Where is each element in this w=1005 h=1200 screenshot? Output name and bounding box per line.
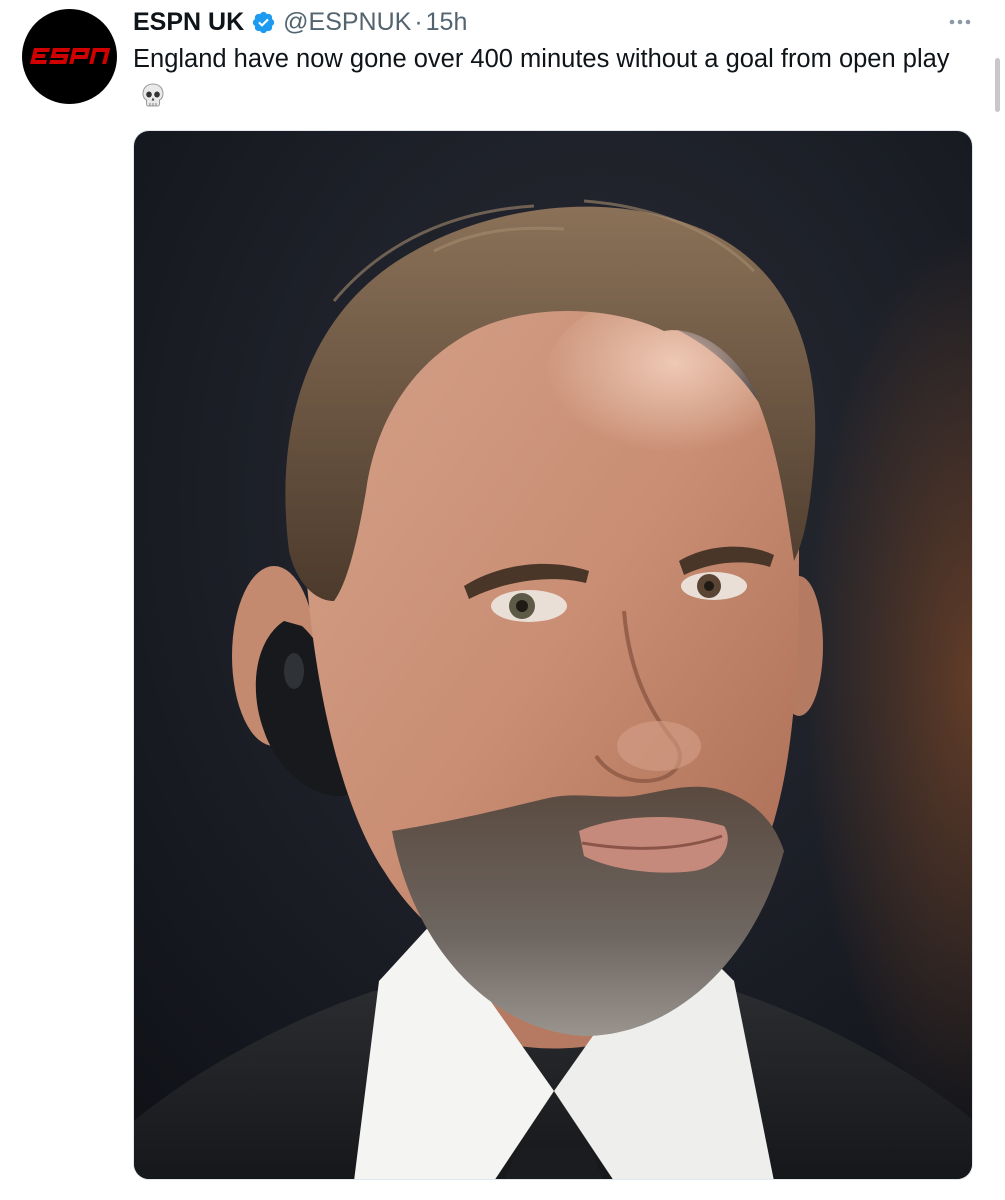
avatar[interactable] bbox=[22, 9, 117, 104]
verified-badge-icon bbox=[251, 10, 276, 35]
timestamp[interactable]: 15h bbox=[426, 8, 468, 37]
more-options-icon bbox=[949, 19, 971, 25]
tweet-header: ESPN UK @ESPNUK · 15h bbox=[133, 4, 467, 40]
tweet: ESPN UK @ESPNUK · 15h England have now g… bbox=[0, 0, 1005, 1200]
espn-logo-icon bbox=[30, 48, 111, 64]
handle[interactable]: @ESPNUK bbox=[283, 8, 411, 37]
man-portrait-photo bbox=[134, 131, 972, 1179]
more-options-button[interactable] bbox=[944, 8, 976, 36]
tweet-text-body: England have now gone over 400 minutes w… bbox=[133, 45, 950, 73]
tweet-text: England have now gone over 400 minutes w… bbox=[133, 41, 963, 120]
separator-dot: · bbox=[414, 7, 423, 36]
scrollbar[interactable] bbox=[995, 58, 1000, 112]
tweet-photo[interactable] bbox=[133, 130, 973, 1180]
skull-icon bbox=[141, 83, 165, 120]
display-name[interactable]: ESPN UK bbox=[133, 8, 244, 37]
